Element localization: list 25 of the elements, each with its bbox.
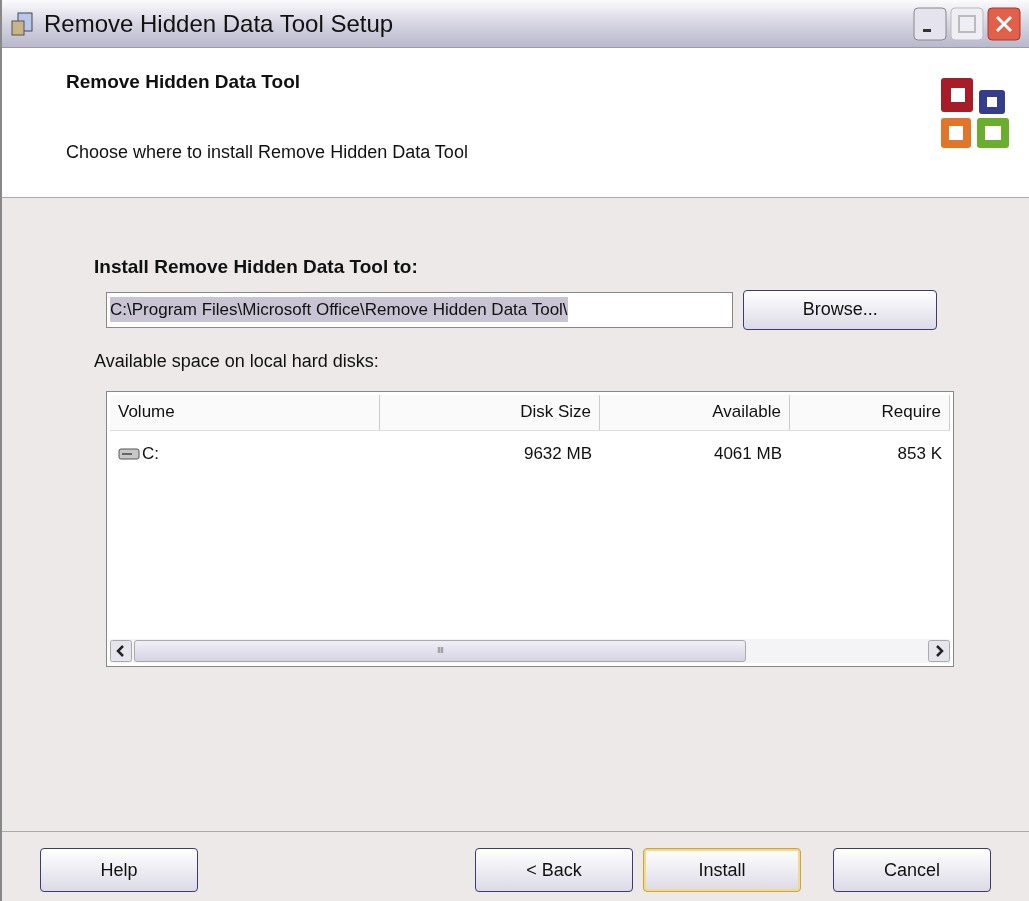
install-path-field[interactable]: C:\Program Files\Microsoft Office\Remove Hidden Data Tool\ xyxy=(106,291,734,328)
minimize-icon[interactable] xyxy=(913,6,947,41)
close-icon[interactable] xyxy=(987,6,1021,41)
scroll-right-icon[interactable] xyxy=(928,639,950,662)
dialog-button[interactable]: < Back xyxy=(475,848,633,892)
column-header[interactable]: Require xyxy=(790,394,950,430)
column-header[interactable]: Available xyxy=(600,394,790,430)
header-title: Remove Hidden Data Tool xyxy=(66,70,301,94)
setup-icon xyxy=(10,10,36,37)
table-cell-text: 853 K xyxy=(897,442,942,465)
dialog-button[interactable]: Install xyxy=(643,848,801,892)
table-cell-text: C: xyxy=(142,442,159,465)
header-subtitle: Choose where to install Remove Hidden Data Tool xyxy=(66,140,468,164)
scroll-left-icon[interactable] xyxy=(110,639,132,662)
install-path-label: Install Remove Hidden Data Tool to: xyxy=(94,255,419,279)
table-cell-text: 9632 MB xyxy=(523,442,592,465)
drive-icon xyxy=(118,446,140,461)
browse-button[interactable]: Browse... xyxy=(743,289,937,330)
table-cell-text: 4061 MB xyxy=(713,442,782,465)
column-header[interactable]: Disk Size xyxy=(380,394,600,430)
disks-label: Available space on local hard disks: xyxy=(94,349,380,373)
dialog-button[interactable]: Cancel xyxy=(833,848,991,892)
dialog-button[interactable]: Help xyxy=(40,848,198,892)
column-header[interactable]: Volume xyxy=(110,394,380,430)
window-title: Remove Hidden Data Tool Setup xyxy=(44,8,394,39)
